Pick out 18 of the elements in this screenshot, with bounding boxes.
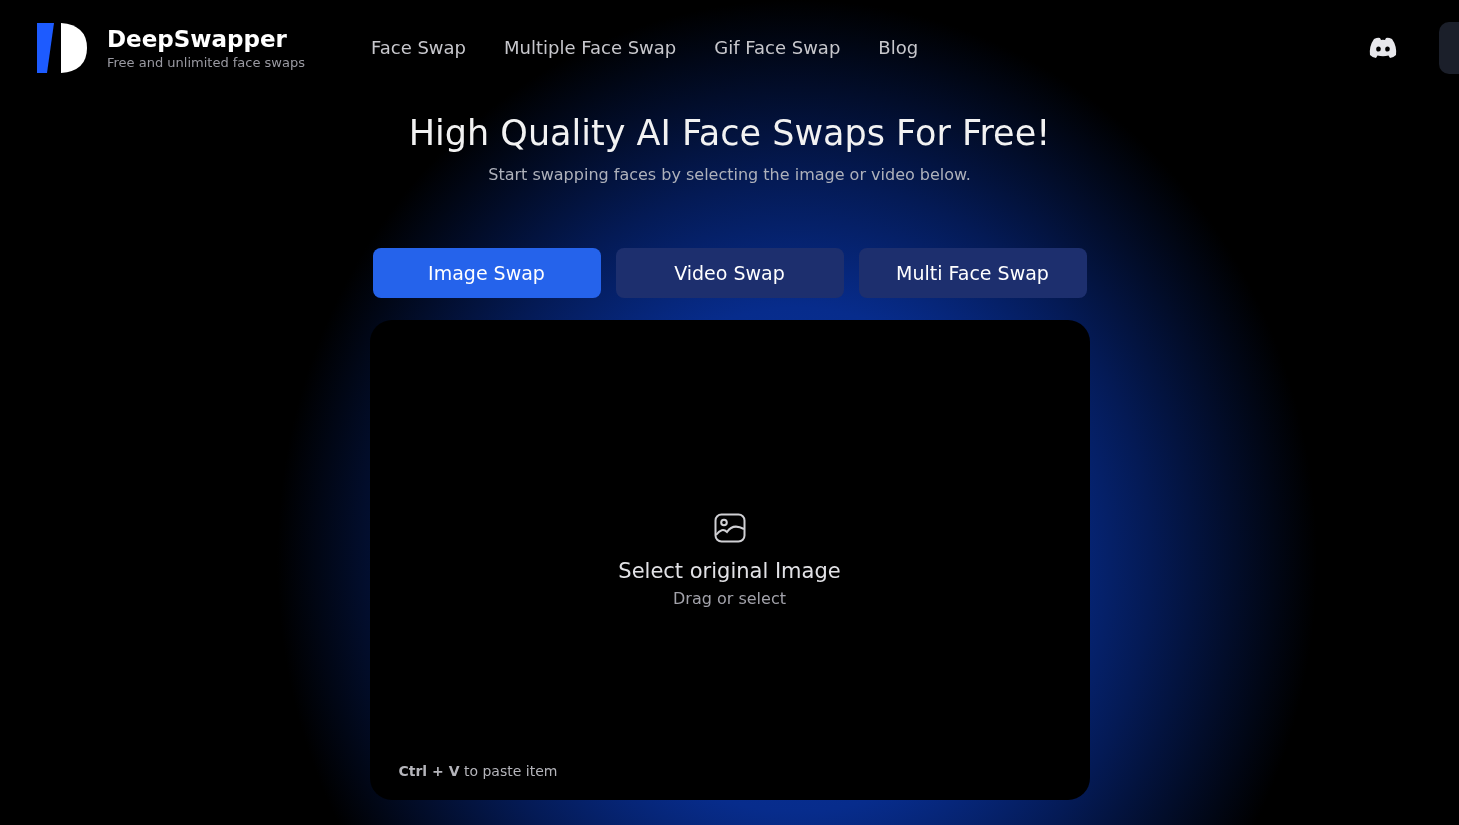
upload-dropzone[interactable]: Select original Image Drag or select Ctrl + V to paste item [369,320,1090,800]
brand-tagline: Free and unlimited face swaps [107,54,306,70]
logo-icon [37,22,87,73]
hero-title: High Quality AI Face Swaps For Free! [408,113,1051,153]
discord-icon[interactable] [1369,36,1397,59]
nav-link[interactable]: Multiple Face Swap [504,37,677,58]
image-icon [713,512,746,543]
swap-tab[interactable]: Multi Face Swap [858,248,1087,298]
dropzone-hint: Drag or select [673,588,786,608]
paste-hint: Ctrl + V to paste item [398,763,558,779]
dropzone-title: Select original Image [618,558,841,583]
brand-name: DeepSwapper [107,25,288,52]
swap-tab[interactable]: Image Swap [372,248,601,298]
nav-link[interactable]: Blog [878,37,919,58]
nav-link[interactable]: Gif Face Swap [714,37,841,58]
nav-link[interactable]: Face Swap [371,37,467,58]
hero-subtitle: Start swapping faces by selecting the image or video below. [488,165,971,184]
swap-tab[interactable]: Video Swap [615,248,844,298]
